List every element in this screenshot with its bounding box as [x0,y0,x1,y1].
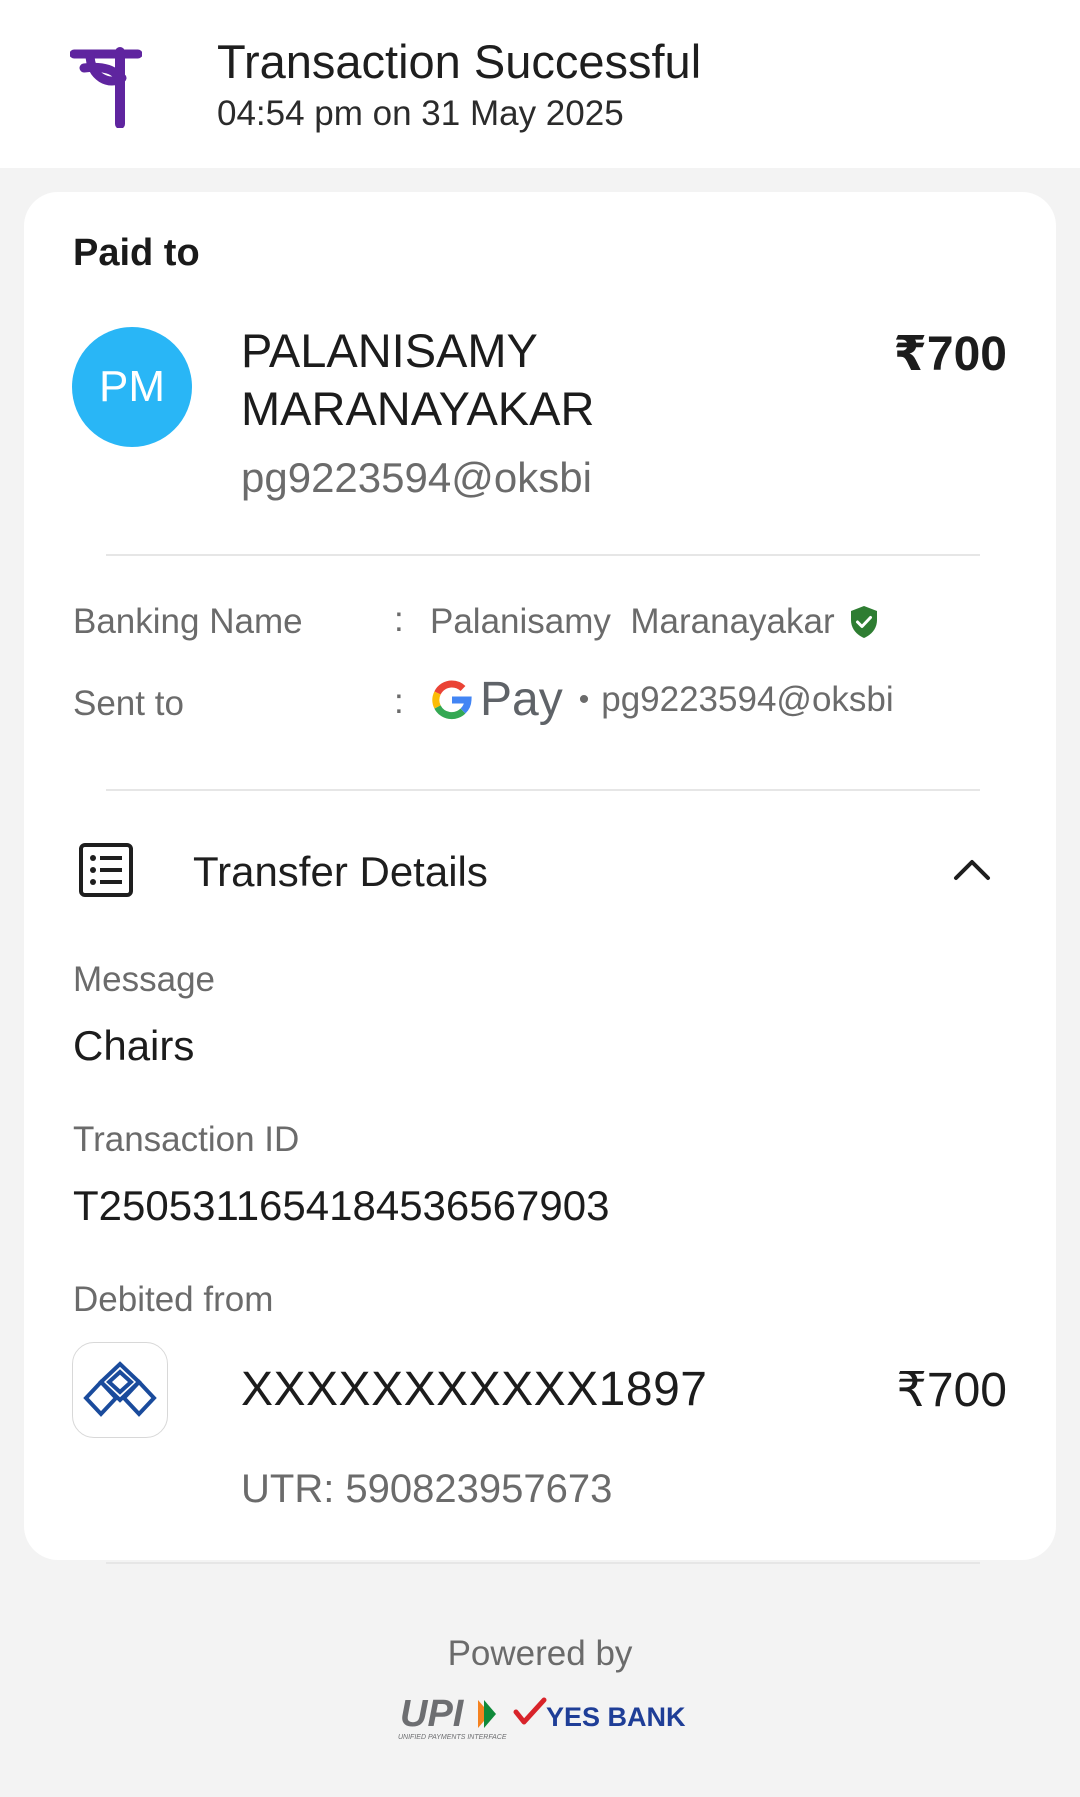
banking-name-row: Palanisamy Maranayakar [430,602,879,642]
footer-logos: UPI UNIFIED PAYMENTS INTERFACE YES BANK [398,1692,688,1742]
sent-to-label: Sent to [73,684,184,723]
banking-name-label: Banking Name [73,602,303,641]
gpay-logo: Pay [430,672,563,727]
sent-to-row: Pay • pg9223594@oksbi [430,672,894,727]
account-number: XXXXXXXXXXX1897 [241,1363,708,1416]
utr-number: UTR: 590823957673 [241,1467,613,1511]
chevron-up-icon[interactable] [952,856,992,882]
message-value: Chairs [73,1022,195,1069]
avatar: PM [72,327,192,447]
transaction-id-value[interactable]: T2505311654184536567903 [73,1182,609,1230]
powered-by-label: Powered by [447,1634,633,1673]
upi-logo-text: UPI [400,1693,465,1735]
upi-logo-icon: UPI UNIFIED PAYMENTS INTERFACE YES BANK [398,1693,686,1741]
gpay-text: Pay [480,673,563,726]
payee-name: PALANISAMY MARANAYAKAR [241,324,595,435]
page-title: Transaction Successful [217,35,702,88]
divider [106,554,980,556]
payment-amount: ₹700 [893,328,1007,381]
upi-tagline: UNIFIED PAYMENTS INTERFACE [398,1734,507,1741]
google-g-icon [432,679,472,719]
debited-from-label: Debited from [73,1280,274,1319]
separator: : [394,682,404,721]
bank-of-india-logo-icon [72,1342,168,1438]
transaction-id-label: Transaction ID [73,1120,300,1159]
header: Transaction Successful 04:54 pm on 31 Ma… [0,0,1080,168]
verified-shield-icon [850,606,877,638]
banking-name-value: Palanisamy Maranayakar [430,602,835,641]
receipt-list-icon [79,843,133,897]
paid-to-label: Paid to [73,232,200,274]
debited-amount: ₹700 [896,1364,1007,1417]
phonepe-logo-icon [70,47,142,128]
divider [106,1562,980,1564]
yes-bank-logo-text: YES BANK [546,1702,686,1732]
divider [106,789,980,791]
separator: : [394,600,404,639]
message-label: Message [73,960,216,999]
transaction-timestamp: 04:54 pm on 31 May 2025 [217,94,624,133]
bullet: • [578,682,590,716]
payee-vpa: pg9223594@oksbi [241,454,592,501]
transfer-details-title[interactable]: Transfer Details [193,848,488,896]
transaction-card: Paid to PM PALANISAMY MARANAYAKAR ₹700 p… [24,192,1056,1560]
sent-to-vpa: pg9223594@oksbi [601,679,894,719]
